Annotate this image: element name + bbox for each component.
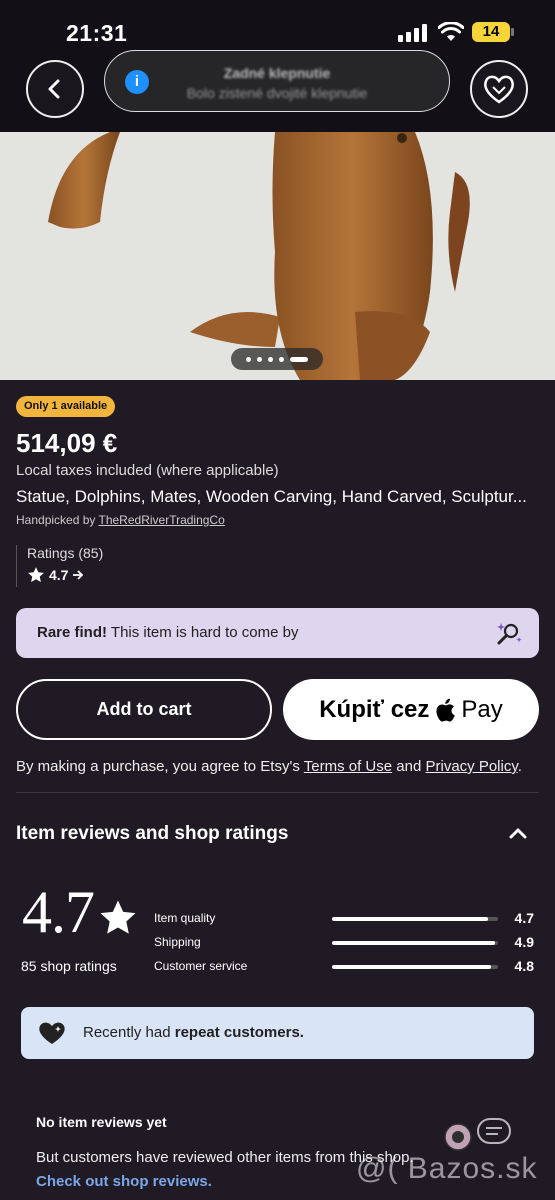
divider	[16, 792, 539, 793]
terms-of-use-link[interactable]: Terms of Use	[304, 758, 392, 775]
taxes-note: Local taxes included (where applicable)	[16, 462, 279, 479]
metric-item-quality: Item quality 4.7	[154, 910, 534, 928]
shop-ratings-count: 85 shop ratings	[21, 958, 117, 974]
legal-and: and	[392, 758, 426, 775]
privacy-policy-link[interactable]: Privacy Policy	[425, 758, 517, 775]
overall-rating: 4.7	[22, 879, 95, 945]
battery-icon: 14	[472, 22, 514, 42]
reviews-section-title: Item reviews and shop ratings	[16, 823, 289, 844]
availability-badge: Only 1 available	[16, 396, 116, 417]
pager-dot[interactable]	[279, 356, 284, 362]
rare-find-bold: Rare find!	[37, 624, 108, 641]
dolphin-carving-image	[0, 132, 555, 380]
no-reviews-title: No item reviews yet	[36, 1114, 167, 1130]
metric-bar-fill	[332, 917, 489, 921]
apple-logo-icon	[436, 698, 456, 722]
apple-pay-button[interactable]: Kúpiť cez Pay	[283, 679, 539, 740]
legal-text: By making a purchase, you agree to Etsy'…	[16, 758, 522, 775]
back-button[interactable]	[26, 60, 84, 118]
ratings-value: 4.7	[49, 567, 69, 583]
repeat-customers-banner: Recently had repeat customers.	[21, 1007, 534, 1059]
pager-dot[interactable]	[268, 356, 273, 362]
metric-customer-service: Customer service 4.8	[154, 958, 534, 976]
metric-shipping: Shipping 4.9	[154, 934, 534, 952]
metric-bar-fill	[332, 965, 492, 969]
star-icon	[100, 900, 136, 934]
metric-bar-track	[332, 965, 498, 969]
rare-find-banner: Rare find! This item is hard to come by	[16, 608, 539, 658]
pager-dot[interactable]	[257, 356, 262, 362]
toast-subtitle: Bolo zistené dvojité klepnutie	[186, 85, 368, 101]
price: 514,09 €	[16, 428, 118, 458]
chevron-left-icon	[48, 79, 60, 99]
metric-label: Shipping	[154, 935, 201, 949]
heart-icon	[484, 75, 514, 104]
watermark: @( Bazos.sk	[356, 1152, 538, 1185]
add-to-cart-button[interactable]: Add to cart	[16, 679, 272, 740]
listing-title[interactable]: Statue, Dolphins, Mates, Wooden Carving,…	[16, 487, 541, 507]
image-pager[interactable]	[231, 348, 323, 370]
ratings-label: Ratings (85)	[27, 545, 104, 561]
legal-prefix: By making a purchase, you agree to Etsy'…	[16, 758, 304, 775]
arrow-right-icon	[73, 570, 84, 580]
repeat-prefix: Recently had	[83, 1024, 175, 1041]
legal-suffix: .	[517, 758, 522, 775]
repeat-bold: repeat customers.	[174, 1024, 304, 1041]
metric-bar-track	[332, 941, 498, 945]
toast-title: Zadné klepnutie	[223, 65, 331, 81]
product-image[interactable]	[0, 132, 555, 380]
accessibility-toast: i Zadné klepnutie Bolo zistené dvojité k…	[104, 50, 450, 112]
rare-find-desc: This item is hard to come by	[107, 624, 299, 641]
metric-label: Customer service	[154, 959, 248, 973]
apple-pay-label: Kúpiť cez	[319, 695, 430, 723]
wifi-icon	[438, 22, 464, 41]
metric-bar-fill	[332, 941, 495, 945]
heart-sparkle-icon	[39, 1022, 65, 1044]
cellular-signal-icon	[398, 24, 428, 42]
status-time: 21:31	[66, 20, 128, 46]
shop-link[interactable]: TheRedRiverTradingCo	[99, 513, 225, 527]
rare-find-text: Rare find! This item is hard to come by	[37, 624, 298, 641]
handpicked-prefix: Handpicked by	[16, 513, 99, 527]
star-icon	[28, 567, 44, 583]
repeat-customers-text: Recently had repeat customers.	[83, 1024, 304, 1041]
pager-dot[interactable]	[246, 356, 251, 362]
metric-value: 4.7	[514, 910, 534, 926]
pager-dot-active[interactable]	[290, 356, 308, 362]
metric-value: 4.8	[514, 958, 534, 974]
apple-pay-suffix: Pay	[461, 695, 503, 723]
magnifier-sparkle-icon	[497, 623, 522, 645]
metric-label: Item quality	[154, 911, 216, 925]
ratings-summary[interactable]: Ratings (85) 4.7	[16, 545, 103, 587]
metric-bar-track	[332, 917, 498, 921]
handpicked-by: Handpicked by TheRedRiverTradingCo	[16, 513, 225, 527]
favorite-button[interactable]	[470, 60, 528, 118]
metric-value: 4.9	[514, 934, 534, 950]
check-shop-reviews-link[interactable]: Check out shop reviews.	[36, 1173, 212, 1190]
ratings-value-row: 4.7	[27, 566, 103, 584]
chevron-up-icon[interactable]	[506, 822, 530, 846]
